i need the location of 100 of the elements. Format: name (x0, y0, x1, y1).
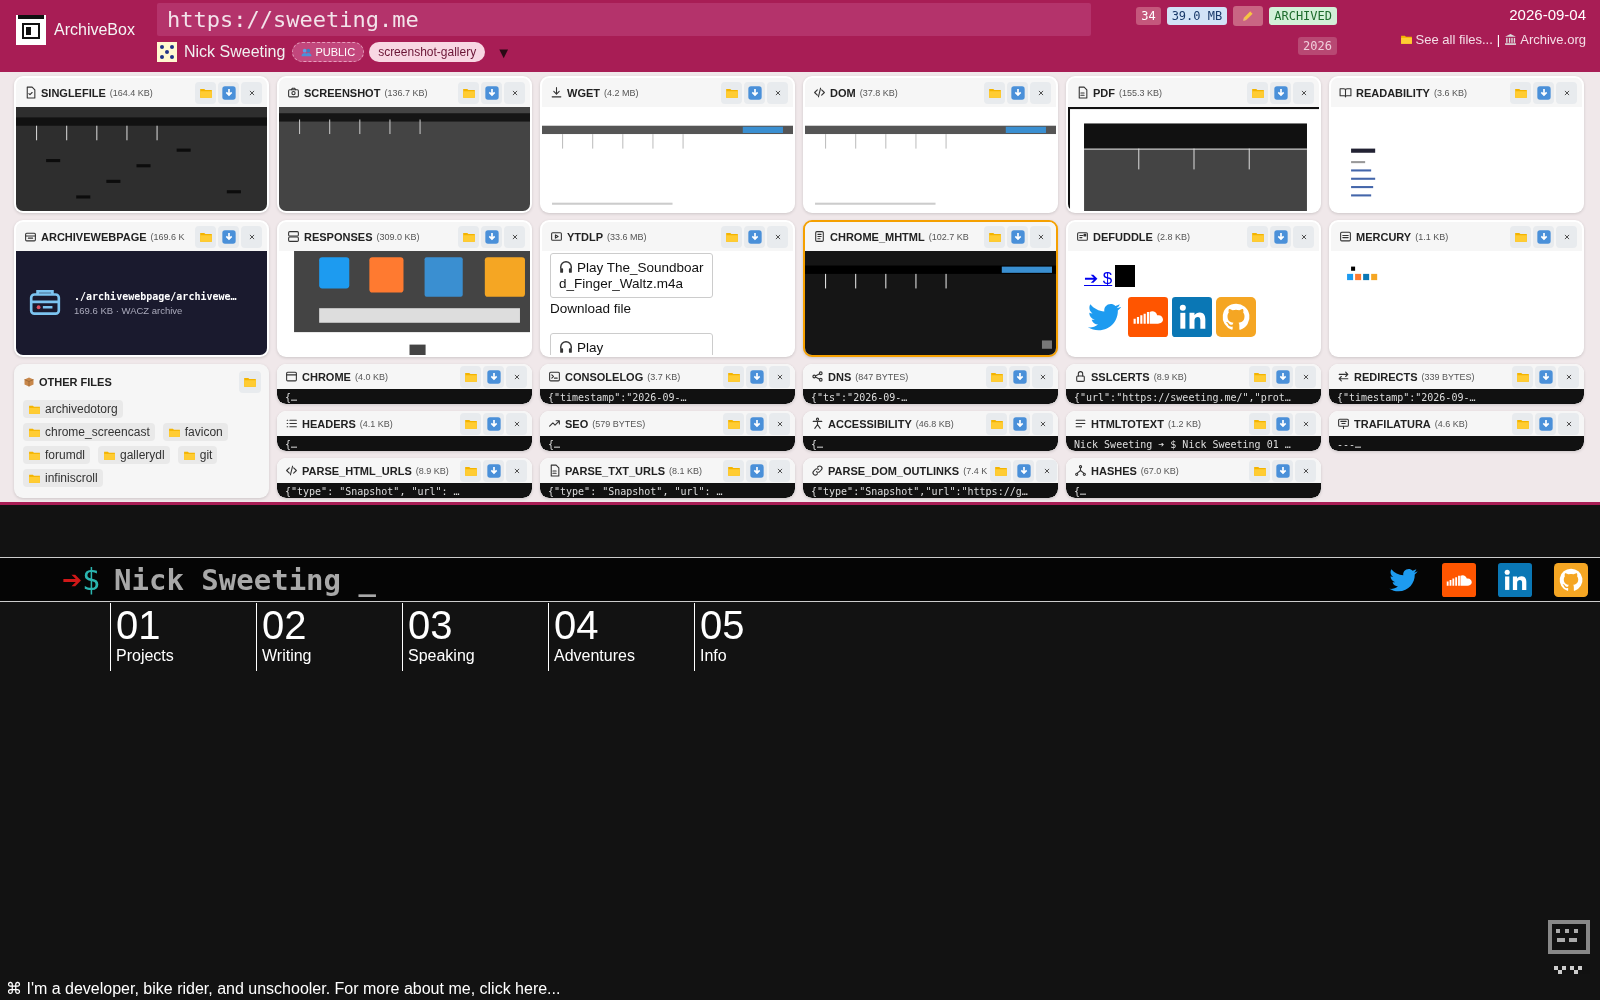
close-button[interactable] (1556, 81, 1577, 104)
footer-text[interactable]: ⌘ I'm a developer, bike rider, and unschooler. For more about me, click here... (6, 979, 561, 998)
download-button[interactable] (1535, 365, 1556, 388)
close-button[interactable] (1558, 365, 1579, 388)
folder-chip[interactable]: gallerydl (98, 446, 170, 464)
open-folder-button[interactable] (984, 225, 1005, 248)
close-button[interactable] (506, 365, 527, 388)
open-folder-button[interactable] (723, 365, 744, 388)
download-file-link[interactable]: Download file (550, 301, 785, 317)
output-card[interactable]: HTMLTOTEXT (1.2 KB) Nick Sweeting ➔ $ Nick Sweeting 01 … (1066, 411, 1321, 451)
open-folder-button[interactable] (460, 365, 481, 388)
close-button[interactable] (767, 225, 788, 248)
open-folder-button[interactable] (986, 365, 1007, 388)
close-button[interactable] (504, 81, 525, 104)
close-button[interactable] (1030, 81, 1051, 104)
open-folder-button[interactable] (1247, 225, 1268, 248)
artifact-card[interactable]: WGET (4.2 MB) (540, 76, 795, 213)
output-card[interactable]: CHROME (4.0 KB) {… (277, 364, 532, 404)
close-button[interactable] (1293, 81, 1314, 104)
open-folder-button[interactable] (1512, 365, 1533, 388)
close-button[interactable] (1295, 412, 1316, 435)
close-button[interactable] (1295, 365, 1316, 388)
open-folder-button[interactable] (239, 371, 261, 393)
close-button[interactable] (506, 459, 527, 482)
folder-chip[interactable]: chrome_screencast (23, 423, 155, 441)
artifact-card[interactable]: SCREENSHOT (136.7 KB) (277, 76, 532, 213)
download-button[interactable] (1009, 412, 1030, 435)
open-folder-button[interactable] (990, 459, 1012, 482)
close-button[interactable] (769, 365, 790, 388)
download-button[interactable] (218, 81, 239, 104)
output-card[interactable]: PARSE_TXT_URLS (8.1 KB) {"type": "Snapshot", "url": … (540, 458, 795, 498)
nav-item[interactable]: 01 Projects (110, 603, 250, 671)
open-folder-button[interactable] (1510, 81, 1531, 104)
nav-item[interactable]: 03 Speaking (402, 603, 542, 671)
download-button[interactable] (483, 412, 504, 435)
open-folder-button[interactable] (723, 459, 744, 482)
output-card[interactable]: CONSOLELOG (3.7 KB) {"timestamp":"2026-09-… (540, 364, 795, 404)
open-folder-button[interactable] (195, 225, 216, 248)
close-button[interactable] (769, 412, 790, 435)
download-button[interactable] (744, 81, 765, 104)
audio-player[interactable]: Play (550, 332, 713, 355)
github-icon[interactable] (1554, 562, 1588, 597)
artifact-card[interactable]: DOM (37.8 KB) (803, 76, 1058, 213)
download-button[interactable] (746, 412, 767, 435)
nav-item[interactable]: 02 Writing (256, 603, 396, 671)
artifact-card[interactable]: YTDLP (33.6 MB) Play The_Soundboard_Finger_Waltz.m4a Download file Play (540, 220, 795, 357)
download-button[interactable] (744, 225, 765, 248)
close-button[interactable] (1558, 412, 1579, 435)
artifact-card[interactable]: SINGLEFILE (164.4 KB) (14, 76, 269, 213)
open-folder-button[interactable] (1249, 459, 1270, 482)
output-card[interactable]: DNS (847 BYTES) {"ts":"2026-09-… (803, 364, 1058, 404)
download-button[interactable] (218, 225, 239, 248)
download-button[interactable] (1007, 81, 1028, 104)
output-card[interactable]: TRAFILATURA (4.6 KB) ---… (1329, 411, 1584, 451)
download-button[interactable] (483, 365, 504, 388)
folder-chip[interactable]: favicon (162, 423, 228, 441)
close-button[interactable] (504, 225, 525, 248)
folder-chip[interactable]: archivedotorg (23, 400, 123, 418)
close-button[interactable] (1032, 365, 1053, 388)
open-folder-button[interactable] (1249, 365, 1270, 388)
download-button[interactable] (1270, 81, 1291, 104)
open-folder-button[interactable] (721, 81, 742, 104)
output-card[interactable]: HASHES (67.0 KB) {… (1066, 458, 1321, 498)
folder-chip[interactable]: infiniscroll (23, 469, 103, 487)
download-button[interactable] (1535, 412, 1556, 435)
open-folder-button[interactable] (721, 225, 742, 248)
soundcloud-icon[interactable] (1442, 562, 1476, 597)
download-button[interactable] (746, 459, 767, 482)
close-button[interactable] (769, 459, 790, 482)
folder-chip[interactable]: forumdl (23, 446, 90, 464)
archive-org-link[interactable]: Archive.org (1504, 32, 1586, 47)
download-button[interactable] (1272, 412, 1293, 435)
download-button[interactable] (1272, 459, 1293, 482)
close-button[interactable] (1030, 225, 1051, 248)
open-folder-button[interactable] (460, 412, 481, 435)
output-card[interactable]: PARSE_HTML_URLS (8.9 KB) {"type": "Snapshot", "url": … (277, 458, 532, 498)
open-folder-button[interactable] (195, 81, 216, 104)
open-folder-button[interactable] (1510, 225, 1531, 248)
output-card[interactable]: REDIRECTS (339 BYTES) {"timestamp":"2026-09-… (1329, 364, 1584, 404)
download-button[interactable] (483, 459, 504, 482)
prompt-link[interactable]: ➔ $ (1084, 268, 1113, 289)
open-folder-button[interactable] (723, 412, 744, 435)
open-folder-button[interactable] (1247, 81, 1268, 104)
close-button[interactable] (1032, 412, 1053, 435)
download-button[interactable] (1270, 225, 1291, 248)
close-button[interactable] (506, 412, 527, 435)
download-button[interactable] (1533, 81, 1554, 104)
close-button[interactable] (241, 81, 262, 104)
artifact-card[interactable]: CHROME_MHTML (102.7 KB (803, 220, 1058, 357)
artifact-card[interactable]: ARCHIVEWEBPAGE (169.6 K ./archivewebpage/archivewe… 169.6 KB · WACZ archive (14, 220, 269, 357)
file-path[interactable]: ./archivewebpage/archivewe… (74, 290, 237, 302)
linkedin-icon[interactable] (1498, 562, 1532, 597)
open-folder-button[interactable] (1512, 412, 1533, 435)
output-card[interactable]: PARSE_DOM_OUTLINKS (7.4 K {"type":"Snapshot","url":"https://g… (803, 458, 1058, 498)
download-button[interactable] (1013, 459, 1035, 482)
url-field[interactable]: https://sweeting.me (157, 3, 1091, 36)
artifact-card[interactable]: MERCURY (1.1 KB) (1329, 220, 1584, 357)
artifact-card[interactable]: DEFUDDLE (2.8 KB) ➔ $ (1066, 220, 1321, 357)
open-folder-button[interactable] (458, 81, 479, 104)
open-folder-button[interactable] (1249, 412, 1270, 435)
